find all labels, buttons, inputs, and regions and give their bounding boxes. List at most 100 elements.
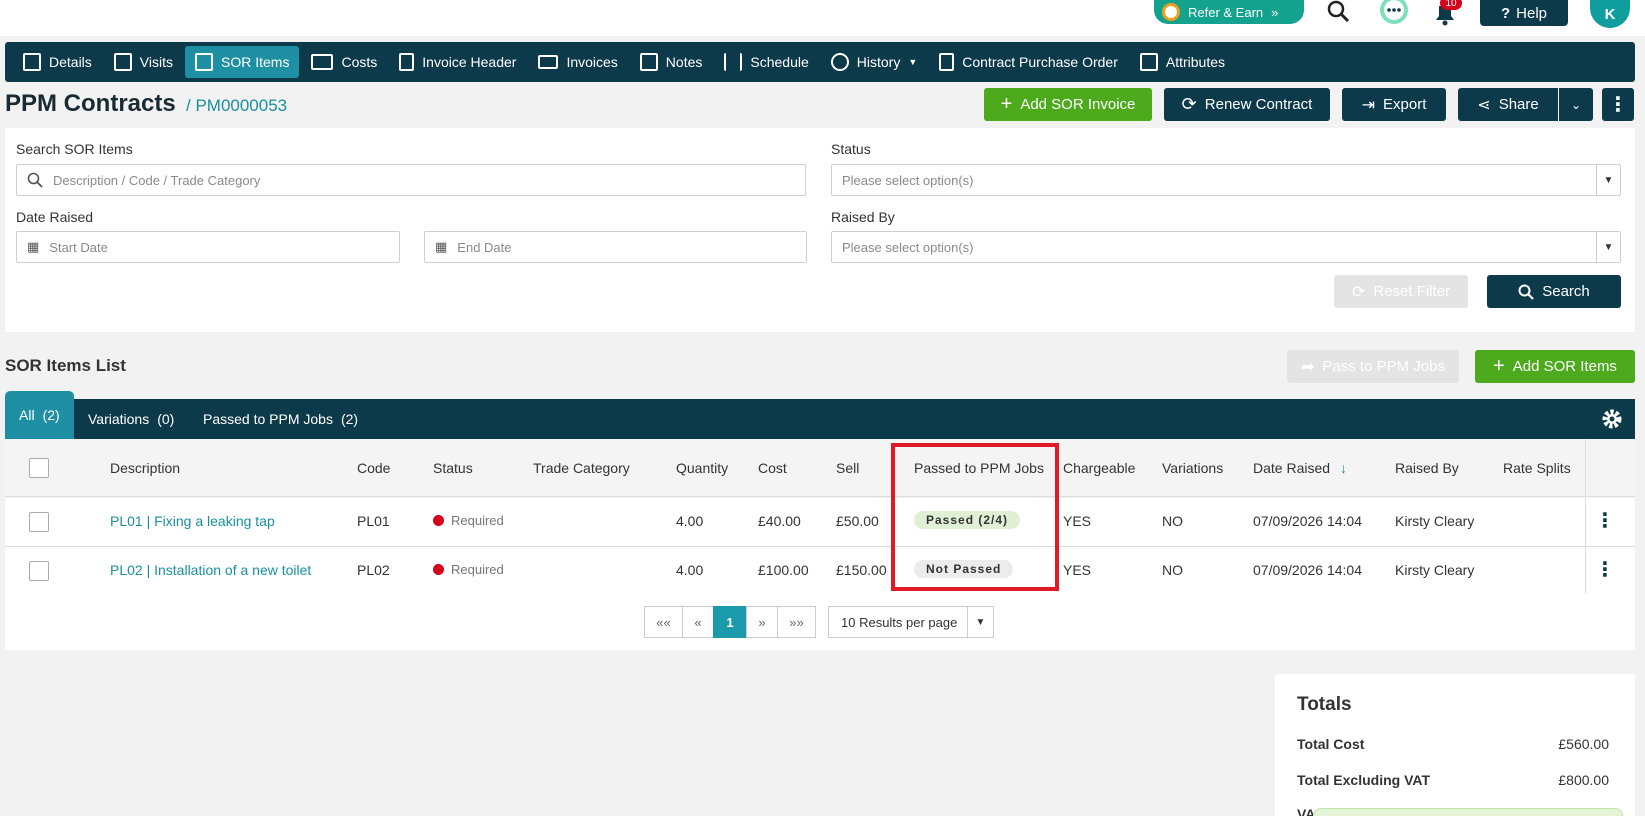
renew-contract-label: Renew Contract <box>1204 96 1313 113</box>
renew-contract-button[interactable]: ⟳ Renew Contract <box>1164 88 1330 121</box>
nav-item-schedule[interactable]: Schedule <box>714 46 818 78</box>
export-button[interactable]: ⇥ Export <box>1342 88 1446 121</box>
caret-down-icon[interactable]: ▼ <box>967 607 993 637</box>
reset-filter-button[interactable]: ⟳ Reset Filter <box>1334 275 1468 308</box>
caret-down-icon[interactable]: ▼ <box>1596 232 1620 262</box>
tab-label: All <box>19 407 35 423</box>
last-page-button[interactable]: »» <box>777 606 816 638</box>
nav-item-details[interactable]: Details <box>13 46 102 78</box>
row-raised-by: Kirsty Cleary <box>1395 513 1475 529</box>
add-sor-invoice-button[interactable]: + Add SOR Invoice <box>984 88 1152 121</box>
list-title: SOR Items List <box>5 356 126 375</box>
column-header-chargeable[interactable]: Chargeable <box>1063 460 1135 476</box>
column-header-date-raised[interactable]: Date Raised ↓ <box>1253 460 1347 476</box>
column-divider <box>1585 498 1586 546</box>
start-date-input[interactable]: ▦ Start Date <box>16 231 400 263</box>
row-chargeable: YES <box>1063 562 1092 578</box>
prev-page-button[interactable]: « <box>682 606 714 638</box>
refer-and-earn-button[interactable]: Refer & Earn » <box>1154 0 1304 24</box>
gear-icon[interactable] <box>1601 408 1623 430</box>
tab-count: (2) <box>340 411 359 427</box>
nav-item-history[interactable]: History ▼ <box>821 46 927 78</box>
column-header-sell[interactable]: Sell <box>836 460 859 476</box>
raised-by-placeholder: Please select option(s) <box>842 239 974 255</box>
search-input[interactable]: Description / Code / Trade Category <box>16 164 806 196</box>
record-nav: Details Visits SOR Items Costs Invoice H… <box>5 42 1635 82</box>
nav-item-invoice-header[interactable]: Invoice Header <box>389 46 526 78</box>
share-label: Share <box>1498 96 1539 113</box>
search-icon[interactable] <box>1325 0 1351 24</box>
nav-item-visits[interactable]: Visits <box>104 46 183 78</box>
table-row[interactable]: PL01 | Fixing a leaking tap PL01 Require… <box>5 498 1635 547</box>
row-checkbox[interactable] <box>29 561 49 581</box>
first-page-button[interactable]: «« <box>644 606 683 638</box>
status-select[interactable]: Please select option(s) ▼ <box>831 164 1621 196</box>
column-header-quantity[interactable]: Quantity <box>676 460 728 476</box>
nav-item-costs[interactable]: Costs <box>301 46 387 78</box>
nav-item-label: SOR Items <box>221 54 290 70</box>
nav-item-notes[interactable]: Notes <box>630 46 713 78</box>
file-icon <box>399 53 415 71</box>
raised-by-label: Raised By <box>831 209 895 225</box>
nav-item-label: Details <box>49 54 92 70</box>
status-placeholder: Please select option(s) <box>842 172 974 188</box>
column-header-status[interactable]: Status <box>433 460 473 476</box>
page-1-button[interactable]: 1 <box>713 606 747 638</box>
tab-passed-to-ppm-jobs[interactable]: Passed to PPM Jobs (2) <box>203 399 358 439</box>
nav-item-sor-items[interactable]: SOR Items <box>185 46 300 78</box>
calendar-icon: ▦ <box>27 239 40 254</box>
column-header-rate-splits[interactable]: Rate Splits <box>1503 460 1571 476</box>
select-all-checkbox[interactable] <box>29 458 49 478</box>
row-status: Required <box>433 513 504 528</box>
share-button[interactable]: ⋖ Share <box>1458 88 1558 121</box>
column-header-description[interactable]: Description <box>110 460 180 476</box>
column-header-code[interactable]: Code <box>357 460 390 476</box>
table-row[interactable]: PL02 | Installation of a new toilet PL02… <box>5 547 1635 596</box>
search-button[interactable]: Search <box>1487 275 1621 308</box>
row-description-link[interactable]: PL02 | Installation of a new toilet <box>110 562 311 578</box>
toast-notification[interactable] <box>1313 808 1623 816</box>
row-quantity: 4.00 <box>676 513 704 529</box>
row-description-link[interactable]: PL01 | Fixing a leaking tap <box>110 513 275 529</box>
nav-item-label: Invoices <box>566 54 618 70</box>
nav-item-attributes[interactable]: Attributes <box>1130 46 1235 78</box>
nav-item-contract-purchase-order[interactable]: Contract Purchase Order <box>929 46 1128 78</box>
more-actions-button[interactable]: ⋮ <box>1602 88 1634 121</box>
list-tabs: All (2) Variations (0) Passed to PPM Job… <box>5 391 1635 439</box>
record-id-breadcrumb[interactable]: / PM0000053 <box>186 96 287 116</box>
start-date-placeholder: Start Date <box>49 239 108 255</box>
results-per-page-select[interactable]: 10 Results per page ▼ <box>828 606 994 638</box>
column-header-variations[interactable]: Variations <box>1162 460 1223 476</box>
list-icon <box>113 53 132 71</box>
search-placeholder: Description / Code / Trade Category <box>53 172 261 188</box>
share-dropdown-button[interactable]: ⌄ <box>1559 88 1593 121</box>
row-variations: NO <box>1162 513 1183 529</box>
row-checkbox[interactable] <box>29 512 49 532</box>
add-sor-items-button[interactable]: + Add SOR Items <box>1475 350 1635 383</box>
money-icon <box>195 53 213 71</box>
column-header-trade-category[interactable]: Trade Category <box>533 460 630 476</box>
sliders-icon <box>724 53 743 71</box>
total-excluding-vat-label: Total Excluding VAT <box>1297 772 1430 788</box>
end-date-input[interactable]: ▦ End Date <box>424 231 807 263</box>
caret-down-icon[interactable]: ▼ <box>1596 165 1620 195</box>
tab-variations[interactable]: Variations (0) <box>88 399 174 439</box>
next-page-button[interactable]: » <box>746 606 778 638</box>
column-header-cost[interactable]: Cost <box>758 460 787 476</box>
results-per-page-label: 10 Results per page <box>841 614 958 630</box>
tab-all[interactable]: All (2) <box>5 391 74 439</box>
chat-icon[interactable] <box>1377 0 1411 24</box>
row-actions-kebab-icon[interactable]: ⋮ <box>1595 560 1615 580</box>
refer-label: Refer & Earn <box>1188 4 1264 20</box>
avatar[interactable]: K <box>1590 0 1630 28</box>
status-label: Status <box>831 141 871 157</box>
nav-item-invoices[interactable]: Invoices <box>528 46 627 78</box>
total-excluding-vat-row: Total Excluding VAT £800.00 <box>1297 772 1609 788</box>
page-title: PPM Contracts <box>5 90 176 117</box>
tab-count: (2) <box>42 407 60 423</box>
row-actions-kebab-icon[interactable]: ⋮ <box>1595 511 1615 531</box>
column-header-raised-by[interactable]: Raised By <box>1395 460 1459 476</box>
raised-by-select[interactable]: Please select option(s) ▼ <box>831 231 1621 263</box>
help-button[interactable]: ? Help <box>1480 0 1568 26</box>
pass-to-ppm-jobs-button[interactable]: ➡ Pass to PPM Jobs <box>1287 350 1459 383</box>
